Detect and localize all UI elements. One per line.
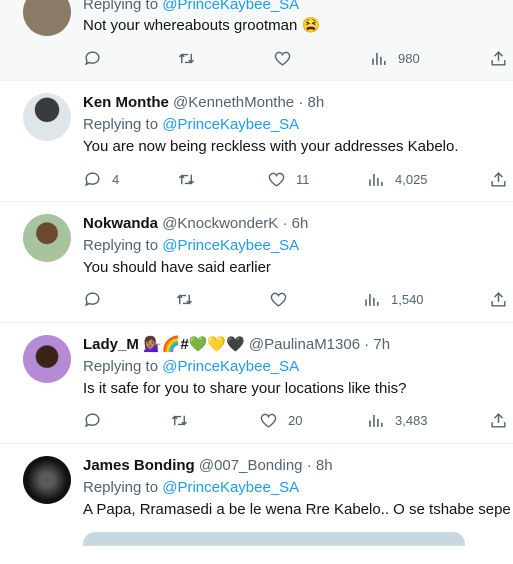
tweet-header: James Bonding @007_Bonding · 8h [83,456,333,476]
views-icon [369,414,383,427]
replying-to-line: Replying to @PrinceKaybee_SA [83,236,299,256]
replying-to-handle[interactable]: @PrinceKaybee_SA [162,116,299,133]
heart-icon [270,292,287,307]
like-count: 11 [296,172,310,187]
views-count: 4,025 [395,172,428,187]
reply-icon [85,172,100,187]
display-name[interactable]: Lady_M 💁🏽‍♀️🌈#💚💛🖤 [83,336,245,353]
like-button[interactable]: 20 [259,411,302,430]
avatar[interactable] [23,93,71,141]
tweet-text: You should have said earlier [83,259,271,276]
reply-button[interactable] [83,290,112,309]
tweet-actions: 980 [0,49,513,69]
retweet-icon [178,53,195,64]
display-name[interactable]: James Bonding [83,457,195,474]
retweet-icon [171,415,188,426]
tweet-card[interactable]: Replying to @PrinceKaybee_SA Not your wh… [0,0,513,81]
replying-to-handle[interactable]: @PrinceKaybee_SA [162,237,299,254]
tweet-card[interactable]: Lady_M 💁🏽‍♀️🌈#💚💛🖤 @PaulinaM1306 · 7h Rep… [0,323,513,444]
user-handle[interactable]: @PaulinaM1306 [249,336,360,353]
views-button[interactable]: 1,540 [362,290,424,309]
tweet-text: You are now being reckless with your add… [83,138,459,155]
views-icon [369,173,383,186]
reply-button[interactable] [83,49,112,68]
display-name[interactable]: Ken Monthe [83,94,169,111]
tweet-media-image[interactable] [83,532,465,546]
avatar[interactable] [23,335,71,383]
retweet-button[interactable] [177,170,206,189]
timestamp[interactable]: · 8h [307,457,333,474]
avatar[interactable] [23,214,71,262]
tweet-text: Is it safe for you to share your locatio… [83,380,407,397]
views-count: 3,483 [395,413,428,428]
views-button[interactable]: 3,483 [366,411,428,430]
replying-to-handle[interactable]: @PrinceKaybee_SA [162,358,299,375]
timestamp[interactable]: · 7h [364,336,390,353]
retweet-icon [178,174,195,185]
share-button[interactable] [489,170,508,189]
tweet-header: Lady_M 💁🏽‍♀️🌈#💚💛🖤 @PaulinaM1306 · 7h [83,335,390,355]
replying-to-label: Replying to [83,358,159,375]
user-handle[interactable]: @KennethMonthe [173,94,294,111]
timestamp[interactable]: · 8h [298,94,324,111]
replying-to-handle[interactable]: @PrinceKaybee_SA [162,479,299,496]
avatar[interactable] [23,456,71,504]
user-handle[interactable]: @KnockwonderK [162,215,278,232]
like-button[interactable]: 11 [267,170,310,189]
heart-icon [274,51,291,66]
tweet-card[interactable]: Ken Monthe @KennethMonthe · 8h Replying … [0,81,513,202]
retweet-button[interactable] [175,290,204,309]
timestamp[interactable]: · 6h [282,215,308,232]
avatar[interactable] [23,0,71,36]
retweet-button[interactable] [177,49,206,68]
reply-icon [85,413,100,428]
views-count: 980 [398,51,420,66]
share-icon [491,51,506,66]
replying-to-line: Replying to @PrinceKaybee_SA [83,357,299,377]
replying-to-label: Replying to [83,479,159,496]
tweet-actions: 20 3,483 [0,411,513,431]
replying-to-handle[interactable]: @PrinceKaybee_SA [162,0,299,13]
share-button[interactable] [489,49,508,68]
views-button[interactable]: 980 [369,49,420,68]
share-icon [491,172,506,187]
replying-to-line: Replying to @PrinceKaybee_SA [83,478,299,498]
tweet-text: A Papa, Rramasedi a be le wena Rre Kabel… [83,501,511,518]
replying-to-label: Replying to [83,0,159,13]
views-button[interactable]: 4,025 [366,170,428,189]
reply-button[interactable] [83,411,112,430]
reply-icon [85,51,100,66]
reply-count: 4 [112,172,120,187]
share-button[interactable] [489,411,508,430]
tweet-actions: 1,540 [0,290,513,310]
replying-to-line: Replying to @PrinceKaybee_SA [83,115,299,135]
views-count: 1,540 [391,292,424,307]
like-button[interactable] [269,290,298,309]
views-icon [365,293,379,306]
tweet-text: Not your whereabouts grootman 😫 [83,17,321,34]
tweet-header: Nokwanda @KnockwonderK · 6h [83,214,308,234]
like-count: 20 [288,413,303,428]
reply-icon [85,292,100,307]
share-icon [491,292,506,307]
share-button[interactable] [489,290,508,309]
tweet-card[interactable]: James Bonding @007_Bonding · 8h Replying… [0,444,513,564]
tweet-card[interactable]: Nokwanda @KnockwonderK · 6h Replying to … [0,202,513,323]
like-button[interactable] [273,49,302,68]
retweet-icon [176,294,193,305]
display-name[interactable]: Nokwanda [83,215,158,232]
tweet-header: Ken Monthe @KennethMonthe · 8h [83,93,324,113]
heart-icon [260,413,277,428]
user-handle[interactable]: @007_Bonding [199,457,303,474]
replying-to-line: Replying to @PrinceKaybee_SA [83,0,299,15]
share-icon [491,413,506,428]
replying-to-label: Replying to [83,237,159,254]
retweet-button[interactable] [170,411,199,430]
reply-button[interactable]: 4 [83,170,119,189]
views-icon [372,52,386,65]
tweet-actions: 4 11 4,025 [0,170,513,190]
heart-icon [268,172,285,187]
replying-to-label: Replying to [83,116,159,133]
